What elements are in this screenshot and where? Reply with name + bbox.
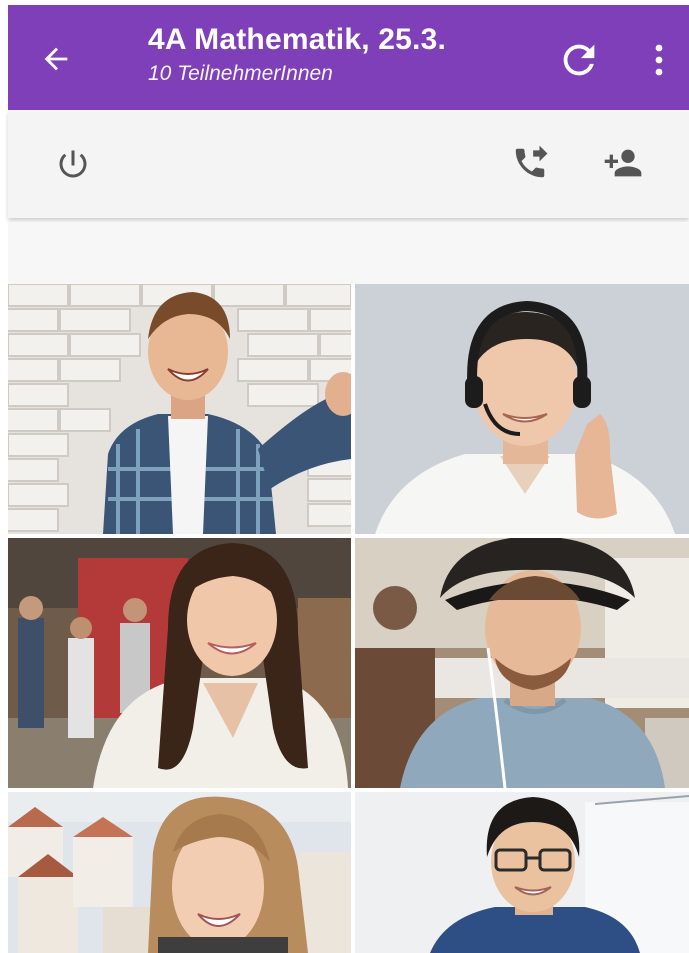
- participant-grid: [8, 284, 689, 953]
- video-call-screen: 4A Mathematik, 25.3. 10 TeilnehmerInnen: [0, 0, 689, 953]
- leave-call-button[interactable]: [48, 139, 98, 189]
- back-button[interactable]: [36, 39, 76, 79]
- participant-video: [8, 538, 351, 788]
- phone-forwarded-icon: [515, 145, 548, 178]
- more-vert-icon: [655, 44, 663, 76]
- participant-tile-3[interactable]: [8, 538, 351, 788]
- header-titles: 4A Mathematik, 25.3. 10 TeilnehmerInnen: [148, 23, 528, 87]
- participant-video: [355, 538, 689, 788]
- person-add-icon: [604, 149, 642, 177]
- refresh-button[interactable]: [554, 35, 604, 85]
- app-bar: 4A Mathematik, 25.3. 10 TeilnehmerInnen: [8, 5, 689, 110]
- participant-video: [355, 284, 689, 534]
- participant-count: 10 TeilnehmerInnen: [148, 62, 333, 85]
- call-button[interactable]: [505, 138, 555, 188]
- power-icon: [59, 150, 87, 178]
- add-participant-button[interactable]: [598, 138, 648, 188]
- participant-tile-2[interactable]: [355, 284, 689, 534]
- participant-tile-1[interactable]: [8, 284, 351, 534]
- call-toolbar: [8, 110, 689, 218]
- arrow-back-icon: [44, 47, 68, 71]
- participant-video: [8, 284, 351, 534]
- participant-tile-4[interactable]: [355, 538, 689, 788]
- participant-tile-6[interactable]: [355, 792, 689, 953]
- page-title: 4A Mathematik, 25.3.: [148, 23, 447, 56]
- refresh-icon: [563, 44, 595, 76]
- content-spacer: [8, 222, 689, 284]
- participant-video: [355, 792, 689, 953]
- participant-video: [8, 792, 351, 953]
- more-options-button[interactable]: [644, 35, 674, 85]
- participant-tile-5[interactable]: [8, 792, 351, 953]
